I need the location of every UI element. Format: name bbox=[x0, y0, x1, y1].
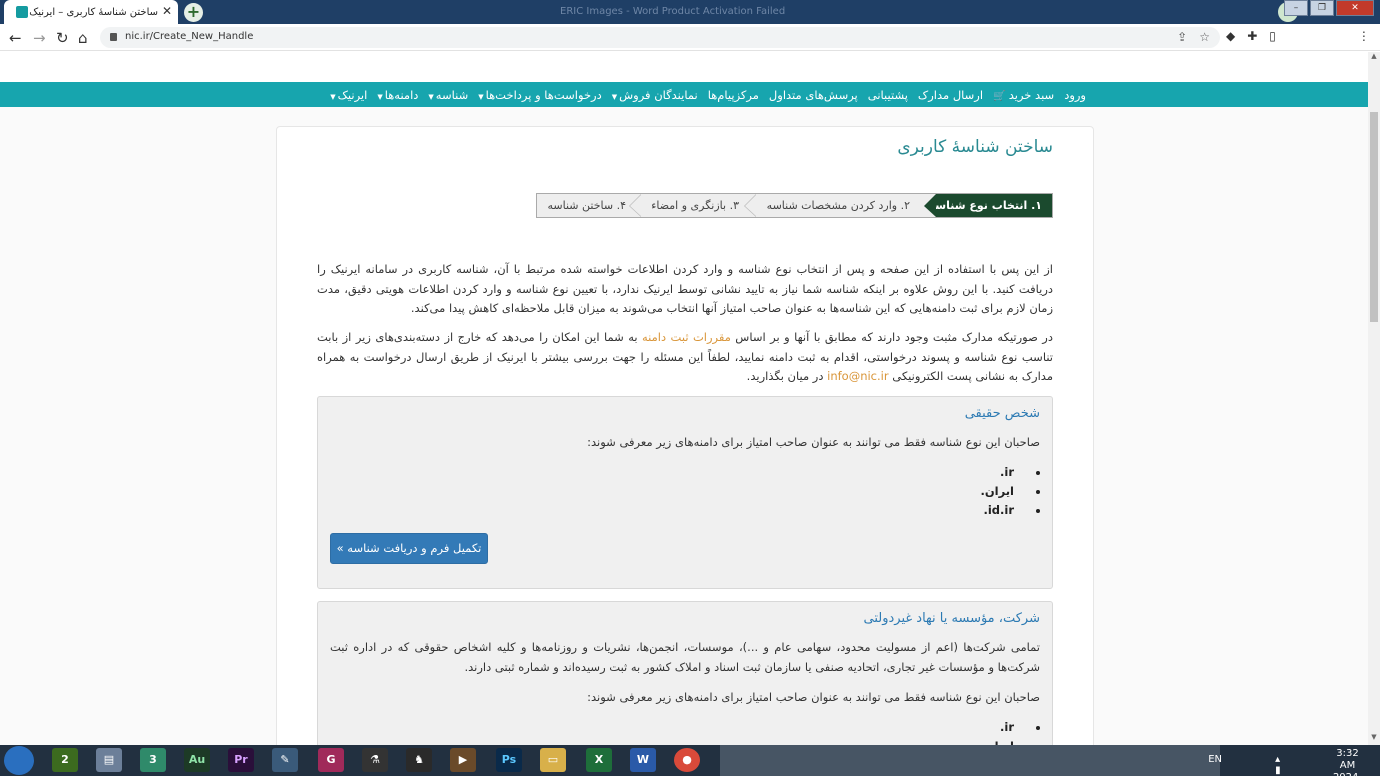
intro-paragraph: از این پس با استفاده از این صفحه و پس از… bbox=[317, 262, 1053, 315]
start-button[interactable] bbox=[4, 746, 34, 775]
app-icon[interactable]: G bbox=[318, 748, 344, 772]
page-viewport: ایرنیک▼ دامنه‌ها▼ شناسه▼ درخواست‌ها و پرداخ… bbox=[0, 52, 1368, 745]
photoshop-icon[interactable]: Ps bbox=[496, 748, 522, 772]
nav-item-10[interactable]: ورود bbox=[1059, 88, 1091, 102]
language-indicator[interactable]: EN bbox=[1208, 754, 1222, 765]
domain-list: .ir .ایران bbox=[980, 718, 1040, 745]
restore-button[interactable]: ❐ bbox=[1310, 0, 1334, 16]
page-scrollbar[interactable]: ▲ ▼ bbox=[1368, 52, 1380, 745]
address-bar[interactable]: nic.ir/Create_New_Handle ⇪ ☆ bbox=[100, 27, 1220, 48]
nav-item-2[interactable]: شناسه▼ bbox=[423, 88, 473, 102]
complete-form-button[interactable]: تکمیل فرم و دریافت شناسه » bbox=[330, 533, 488, 564]
bookmark-star-icon[interactable]: ☆ bbox=[1199, 30, 1210, 44]
tab-close-icon[interactable]: ✕ bbox=[162, 4, 172, 18]
forward-icon[interactable]: → bbox=[33, 29, 46, 47]
nav-item-5[interactable]: مرکزپیام‌ها bbox=[703, 88, 764, 102]
back-icon[interactable]: ← bbox=[9, 29, 22, 47]
chevron-down-icon: ▼ bbox=[478, 92, 484, 101]
os-taskbar: 2 ▤ 3 Au Pr ✎ G ⚗ ♞ ▶ Ps ▭ X W ● EN ▴ ▮ … bbox=[0, 745, 1380, 776]
site-header bbox=[0, 52, 1368, 82]
list-item: .ایران bbox=[980, 482, 1040, 501]
app-icon[interactable]: ⚗ bbox=[362, 748, 388, 772]
browser-menu-icon[interactable]: ⋮ bbox=[1358, 29, 1370, 43]
window-title: ERIC Images - Word Product Activation Fa… bbox=[560, 6, 786, 17]
list-item: .ir bbox=[980, 463, 1040, 482]
app-icon[interactable]: ♞ bbox=[406, 748, 432, 772]
box-description: صاحبان این نوع شناسه فقط می توانند به عن… bbox=[587, 690, 1040, 704]
browser-tabstrip: ساختن شناسهٔ کاربری – ایرنیک ✕ + ERIC Im… bbox=[0, 0, 1380, 24]
cart-icon: 🛒 bbox=[993, 90, 1009, 102]
scroll-down-icon[interactable]: ▼ bbox=[1368, 733, 1380, 745]
main-navbar: ایرنیک▼ دامنه‌ها▼ شناسه▼ درخواست‌ها و پرداخ… bbox=[0, 82, 1368, 107]
box-description: تمامی شرکت‌ها (اعم از مسولیت محدود، سهام… bbox=[330, 640, 1040, 674]
lock-icon bbox=[110, 33, 117, 41]
domain-list: .ir .ایران .id.ir bbox=[980, 463, 1040, 520]
window-controls: – ❐ ✕ bbox=[1284, 0, 1374, 16]
nav-item-3[interactable]: درخواست‌ها و پرداخت‌ها▼ bbox=[473, 88, 607, 102]
step-2-enter-details: ۲. وارد کردن مشخصات شناسه bbox=[766, 199, 910, 212]
documents-paragraph: در صورتیکه مدارک مثبت وجود دارند که مطاب… bbox=[317, 330, 1053, 383]
extension-icon[interactable]: ◆ bbox=[1226, 29, 1235, 43]
scroll-up-icon[interactable]: ▲ bbox=[1368, 52, 1380, 64]
app-icon[interactable]: 2 bbox=[52, 748, 78, 772]
box-title: شرکت، مؤسسه یا نهاد غیردولتی bbox=[863, 611, 1040, 626]
content-panel: ساختن شناسهٔ کاربری ۱. انتخاب نوع شناسه … bbox=[276, 126, 1094, 745]
step-separator bbox=[629, 194, 642, 217]
site-favicon-icon bbox=[16, 6, 28, 18]
chevron-down-icon: ▼ bbox=[611, 92, 618, 101]
puzzle-extensions-icon[interactable]: ✚ bbox=[1247, 29, 1257, 43]
nav-item-1[interactable]: دامنه‌ها▼ bbox=[372, 88, 423, 102]
step-1-choose-type: ۱. انتخاب نوع شناسه bbox=[924, 194, 1052, 217]
chevron-down-icon: ▼ bbox=[428, 92, 434, 101]
word-icon[interactable]: W bbox=[630, 748, 656, 772]
step-3-review-sign: ۳. بازنگری و امضاء bbox=[651, 199, 739, 212]
page-title: ساختن شناسهٔ کاربری bbox=[897, 137, 1053, 157]
browser-tab[interactable]: ساختن شناسهٔ کاربری – ایرنیک ✕ bbox=[4, 0, 178, 24]
clock[interactable]: 3:32 AM 2024-11-13 bbox=[1333, 748, 1362, 776]
nav-item-4[interactable]: نمایندگان فروش▼ bbox=[607, 88, 703, 102]
tray-icons[interactable]: ▴ ▮ ▯ ◂) bbox=[1275, 754, 1292, 776]
new-tab-button[interactable]: + bbox=[184, 3, 203, 22]
reload-icon[interactable]: ↻ bbox=[56, 29, 69, 47]
excel-icon[interactable]: X bbox=[586, 748, 612, 772]
app-icon[interactable]: 3 bbox=[140, 748, 166, 772]
list-item: .ایران bbox=[980, 737, 1040, 745]
email-link[interactable]: info@nic.ir bbox=[827, 369, 888, 383]
list-item: .ir bbox=[980, 718, 1040, 737]
app-icon[interactable]: ✎ bbox=[272, 748, 298, 772]
url-text[interactable]: nic.ir/Create_New_Handle bbox=[125, 31, 253, 42]
list-item: .id.ir bbox=[980, 501, 1040, 520]
box-title: شخص حقیقی bbox=[964, 406, 1040, 421]
nav-item-6[interactable]: پرسش‌های متداول bbox=[764, 88, 863, 102]
media-player-icon[interactable]: ▶ bbox=[450, 748, 476, 772]
sidepanel-icon[interactable]: ▯ bbox=[1269, 29, 1276, 43]
tab-title: ساختن شناسهٔ کاربری – ایرنیک bbox=[29, 6, 158, 18]
scroll-thumb[interactable] bbox=[1370, 112, 1378, 322]
domain-rules-link[interactable]: مقررات ثبت دامنه bbox=[642, 330, 731, 344]
nav-item-9[interactable]: سبد خرید 🛒 bbox=[988, 88, 1059, 102]
minimize-button[interactable]: – bbox=[1284, 0, 1308, 16]
step-separator bbox=[744, 194, 757, 217]
home-icon[interactable]: ⌂ bbox=[78, 29, 88, 47]
premiere-icon[interactable]: Pr bbox=[228, 748, 254, 772]
close-window-button[interactable]: ✕ bbox=[1336, 0, 1374, 16]
natural-person-box: شخص حقیقی صاحبان این نوع شناسه فقط می تو… bbox=[317, 396, 1053, 589]
chevron-down-icon: ▼ bbox=[330, 92, 336, 101]
wizard-steps: ۱. انتخاب نوع شناسه ۲. وارد کردن مشخصات … bbox=[536, 193, 1053, 218]
box-description: صاحبان این نوع شناسه فقط می توانند به عن… bbox=[587, 435, 1040, 449]
nav-item-8[interactable]: ارسال مدارک bbox=[913, 88, 988, 102]
chrome-icon[interactable]: ● bbox=[674, 748, 700, 772]
audition-icon[interactable]: Au bbox=[184, 748, 210, 772]
nav-item-7[interactable]: پشتیبانی bbox=[863, 88, 913, 102]
step-4-create: ۴. ساختن شناسه bbox=[547, 199, 626, 212]
browser-toolbar: ← → ↻ ⌂ nic.ir/Create_New_Handle ⇪ ☆ ◆ ✚… bbox=[0, 24, 1380, 51]
nav-item-0[interactable]: ایرنیک▼ bbox=[325, 88, 372, 102]
file-explorer-icon[interactable]: ▭ bbox=[540, 748, 566, 772]
company-box: شرکت، مؤسسه یا نهاد غیردولتی تمامی شرکت‌… bbox=[317, 601, 1053, 745]
notepad-icon[interactable]: ▤ bbox=[96, 748, 122, 772]
chevron-down-icon: ▼ bbox=[377, 92, 383, 101]
share-icon[interactable]: ⇪ bbox=[1177, 30, 1187, 44]
nav-menu: ایرنیک▼ دامنه‌ها▼ شناسه▼ درخواست‌ها و پرداخ… bbox=[325, 82, 1091, 107]
